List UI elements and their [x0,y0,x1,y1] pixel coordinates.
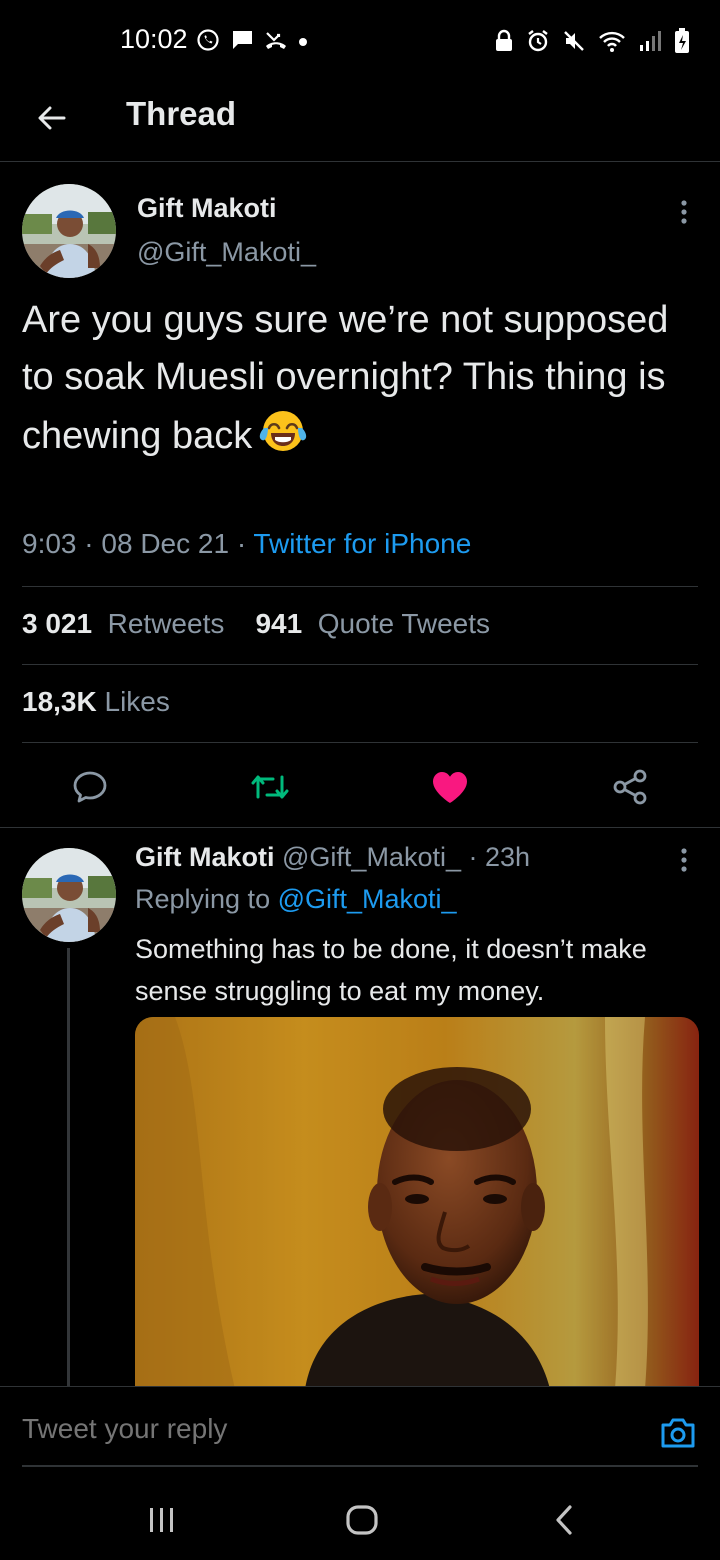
missed-call-icon [264,29,288,56]
reply-dot-separator: · [468,842,478,872]
status-bar: 10:02 [0,0,720,80]
replying-to-mention-link[interactable]: @Gift_Makoti_ [278,884,457,914]
back-button[interactable] [30,96,74,140]
system-nav-bar [0,1480,720,1560]
heart-filled-icon [433,772,467,803]
like-button[interactable] [428,765,472,809]
tweet-source-link[interactable]: Twitter for iPhone [253,528,471,559]
home-icon [346,1505,378,1535]
chevron-left-icon [556,1505,572,1535]
reply-author-handle[interactable]: @Gift_Makoti_ [282,842,461,872]
reply-input[interactable] [22,1413,582,1445]
alarm-icon [526,29,550,58]
mute-icon [562,29,586,58]
lock-icon [494,29,514,58]
page-title: Thread [126,95,237,132]
author-handle[interactable]: @Gift_Makoti_ [137,237,316,268]
reply-button[interactable] [68,765,112,809]
retweets-stat[interactable]: 3 021 Retweets [22,608,224,639]
engagement-stats: 3 021 Retweets 941 Quote Tweets [22,608,490,640]
author-name[interactable]: Gift Makoti [137,193,277,224]
battery-icon [674,28,690,59]
whatsapp-icon [196,28,220,57]
share-button[interactable] [608,765,652,809]
likes-count: 18,3K [22,686,97,717]
share-icon [613,769,647,805]
tweet-body: Are you guys sure we’re not supposed to … [22,299,669,457]
recent-apps-button[interactable] [134,1498,190,1542]
home-button[interactable] [334,1498,390,1542]
more-vertical-icon [681,848,687,872]
tears-of-joy-emoji-icon [258,406,308,473]
recent-apps-icon [150,1508,173,1532]
camera-icon [661,1418,695,1448]
reply-author-name[interactable]: Gift Makoti [135,842,275,872]
avatar[interactable] [22,184,116,278]
retweets-label: Retweets [107,608,225,639]
quote-tweets-count: 941 [255,608,303,639]
retweet-icon [251,775,289,799]
thread-header: Thread [0,80,720,162]
meta-separator: · [236,528,247,559]
arrow-left-icon [38,106,66,130]
reply-media-image[interactable] [135,1017,699,1389]
tweet-meta: 9:03 · 08 Dec 21 · Twitter for iPhone [22,528,471,560]
tweet-actions [0,745,720,827]
likes-label: Likes [104,686,170,717]
more-options-button[interactable] [664,192,704,232]
divider [22,664,698,665]
retweet-button[interactable] [248,765,292,809]
reply-age: 23h [485,842,531,872]
quote-tweets-label: Quote Tweets [317,608,491,639]
reply-text: Something has to be done, it doesn’t mak… [135,934,647,1006]
reply-icon [73,771,107,803]
tweet-time: 9:03 [22,528,77,559]
divider [0,827,720,828]
reply-header: Gift Makoti @Gift_Makoti_ · 23h [135,842,530,873]
thread-screen: 10:02 Thread Gift Makoti @Gift_Makoti_ A… [0,0,720,1560]
likes-stat[interactable]: 18,3K Likes [22,686,170,718]
replying-to-label: Replying to [135,884,271,914]
status-time: 10:02 [120,24,188,54]
divider [22,586,698,587]
wifi-icon [598,29,626,58]
nav-back-button[interactable] [536,1498,592,1542]
more-vertical-icon [681,200,687,224]
quote-tweets-stat[interactable]: 941 Quote Tweets [255,608,490,639]
dot-icon [298,34,308,52]
message-icon [230,29,254,56]
meta-separator: · [84,528,94,559]
compose-underline [22,1465,698,1467]
retweets-count: 3 021 [22,608,93,639]
reply-avatar[interactable] [22,848,116,942]
thread-connector-line [67,948,70,1388]
tweet-text: Are you guys sure we’re not supposed to … [22,292,702,473]
replying-to: Replying to @Gift_Makoti_ [135,884,457,915]
camera-button[interactable] [658,1413,698,1453]
signal-icon [638,29,662,58]
divider [22,742,698,743]
reply-more-options-button[interactable] [664,840,704,880]
tweet-date: 08 Dec 21 [101,528,230,559]
